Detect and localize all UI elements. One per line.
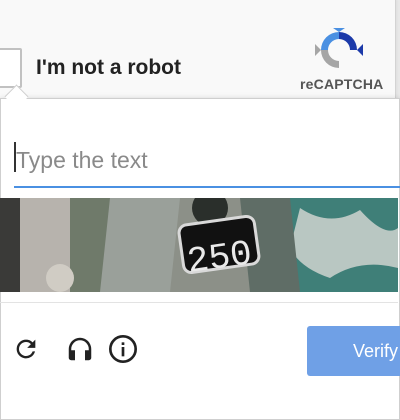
checkbox-label: I'm not a robot [36,56,181,79]
not-robot-checkbox[interactable] [0,48,22,88]
reload-button[interactable] [10,333,42,365]
verify-button[interactable]: Verify [307,326,400,376]
info-icon [109,335,137,363]
audio-challenge-button[interactable] [64,333,96,365]
reload-icon [16,339,36,359]
headphones-icon [68,337,92,361]
captcha-text-input[interactable] [14,134,400,188]
text-caret [14,142,16,172]
help-button[interactable] [107,333,139,365]
recaptcha-brand: reCAPTCHA [300,76,384,92]
recaptcha-logo-icon [315,28,363,68]
captcha-image: 250 [0,198,398,292]
toolbar-divider [0,302,398,303]
